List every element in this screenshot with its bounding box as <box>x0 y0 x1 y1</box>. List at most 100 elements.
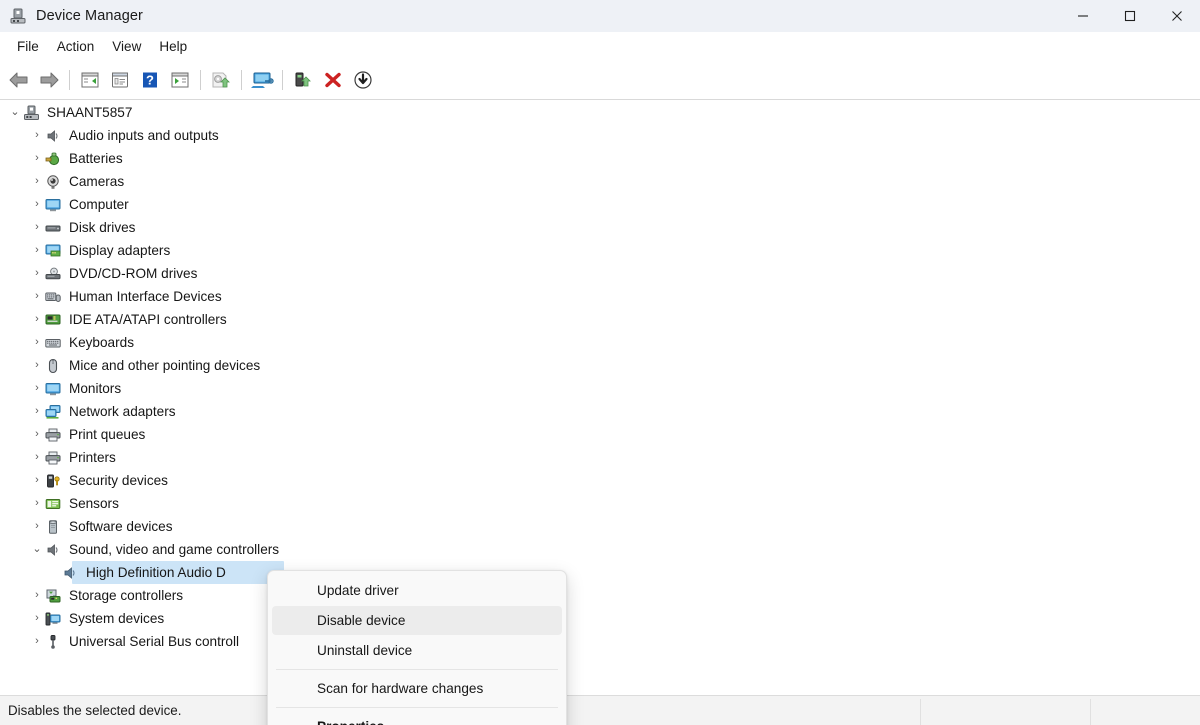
tree-row-sound-video-and-game-controllers[interactable]: ⌄ Sound, video and game controllers <box>0 538 1200 561</box>
tree-row-label: Storage controllers <box>69 588 183 603</box>
toolbar-separator <box>69 70 70 90</box>
properties-icon[interactable] <box>105 65 135 95</box>
mouse-icon <box>45 358 63 374</box>
tree-row-cameras[interactable]: › Cameras <box>0 170 1200 193</box>
minimize-icon[interactable] <box>1059 0 1106 32</box>
chevron-right-icon[interactable]: › <box>29 268 45 279</box>
chevron-down-icon[interactable]: ⌄ <box>7 107 23 118</box>
speaker-icon <box>45 128 63 144</box>
tree-row-label: Print queues <box>69 427 145 442</box>
chevron-right-icon[interactable]: › <box>29 613 45 624</box>
monitor-icon <box>45 381 63 397</box>
context-menu-separator <box>276 669 558 670</box>
chevron-right-icon[interactable]: › <box>29 222 45 233</box>
show-hide-console-tree-icon[interactable] <box>75 65 105 95</box>
speaker-icon <box>62 565 80 581</box>
disk-drive-icon <box>45 220 63 236</box>
close-icon[interactable] <box>1153 0 1200 32</box>
context-menu-item-update-driver[interactable]: Update driver <box>272 576 562 605</box>
tree-row-mice-and-other-pointing-devices[interactable]: › Mice and other pointing devices <box>0 354 1200 377</box>
tree-row-batteries[interactable]: › Batteries <box>0 147 1200 170</box>
chevron-right-icon[interactable]: › <box>29 636 45 647</box>
device-tree[interactable]: ⌄ SHAANT5857 › Audio inputs and outputs <box>0 101 1200 696</box>
context-menu[interactable]: Update driver Disable device Uninstall d… <box>267 570 567 725</box>
tree-row-sensors[interactable]: › Sensors <box>0 492 1200 515</box>
scan-for-hardware-changes-icon[interactable] <box>247 65 277 95</box>
chevron-right-icon[interactable]: › <box>29 452 45 463</box>
printer-icon <box>45 427 63 443</box>
tree-row-label: Batteries <box>69 151 123 166</box>
menu-action[interactable]: Action <box>48 36 104 57</box>
display-adapter-icon <box>45 243 63 259</box>
add-legacy-hardware-icon[interactable] <box>288 65 318 95</box>
chevron-right-icon[interactable]: › <box>29 291 45 302</box>
chevron-right-icon[interactable]: › <box>29 314 45 325</box>
tree-row-label: Security devices <box>69 473 168 488</box>
menu-file[interactable]: File <box>8 36 48 57</box>
network-adapter-icon <box>45 404 63 420</box>
tree-row-software-devices[interactable]: › Software devices <box>0 515 1200 538</box>
chevron-right-icon[interactable]: › <box>29 176 45 187</box>
tree-row-human-interface-devices[interactable]: › Human Interface Devices <box>0 285 1200 308</box>
tree-row-keyboards[interactable]: › Keyboards <box>0 331 1200 354</box>
tree-row-label: Printers <box>69 450 116 465</box>
tree-row-network-adapters[interactable]: › Network adapters <box>0 400 1200 423</box>
chevron-right-icon[interactable]: › <box>29 245 45 256</box>
chevron-right-icon[interactable]: › <box>29 498 45 509</box>
tree-row-system-devices[interactable]: › System devices <box>0 607 1200 630</box>
context-menu-item-properties[interactable]: Properties <box>272 712 562 725</box>
chevron-right-icon[interactable]: › <box>29 521 45 532</box>
tree-row-high-definition-audio-device[interactable]: High Definition Audio D <box>0 561 1200 584</box>
maximize-icon[interactable] <box>1106 0 1153 32</box>
help-icon[interactable]: ? <box>135 65 165 95</box>
chevron-right-icon[interactable]: › <box>29 130 45 141</box>
title-bar: Device Manager <box>0 0 1200 32</box>
chevron-right-icon[interactable]: › <box>29 153 45 164</box>
tree-row-label: Network adapters <box>69 404 176 419</box>
uninstall-device-icon[interactable] <box>318 65 348 95</box>
dvd-drive-icon <box>45 266 63 282</box>
forward-icon[interactable] <box>34 65 64 95</box>
tree-row-security-devices[interactable]: › Security devices <box>0 469 1200 492</box>
tree-row-dvd-cd-rom-drives[interactable]: › DVD/CD-ROM drives <box>0 262 1200 285</box>
chevron-right-icon[interactable]: › <box>29 406 45 417</box>
tree-row-root[interactable]: ⌄ SHAANT5857 <box>0 101 1200 124</box>
speaker-icon <box>45 542 63 558</box>
tree-row-computer[interactable]: › Computer <box>0 193 1200 216</box>
tree-row-audio-inputs-and-outputs[interactable]: › Audio inputs and outputs <box>0 124 1200 147</box>
caption-buttons <box>1059 0 1200 32</box>
menu-help[interactable]: Help <box>150 36 196 57</box>
software-device-icon <box>45 519 63 535</box>
tree-row-label: Display adapters <box>69 243 170 258</box>
chevron-right-icon[interactable]: › <box>29 360 45 371</box>
tree-row-universal-serial-bus-controllers[interactable]: › Universal Serial Bus controll <box>0 630 1200 653</box>
chevron-down-icon[interactable]: ⌄ <box>29 544 45 555</box>
chevron-right-icon[interactable]: › <box>29 590 45 601</box>
back-icon[interactable] <box>4 65 34 95</box>
device-manager-icon <box>10 8 26 24</box>
context-menu-item-scan-for-hardware-changes[interactable]: Scan for hardware changes <box>272 674 562 703</box>
ide-controller-icon <box>45 312 63 328</box>
context-menu-item-disable-device[interactable]: Disable device <box>272 606 562 635</box>
tree-row-display-adapters[interactable]: › Display adapters <box>0 239 1200 262</box>
tree-row-printers[interactable]: › Printers <box>0 446 1200 469</box>
tree-row-label: Audio inputs and outputs <box>69 128 219 143</box>
tree-row-print-queues[interactable]: › Print queues <box>0 423 1200 446</box>
tree-row-label: Disk drives <box>69 220 135 235</box>
menu-view[interactable]: View <box>103 36 150 57</box>
chevron-right-icon[interactable]: › <box>29 475 45 486</box>
chevron-right-icon[interactable]: › <box>29 199 45 210</box>
show-hide-action-pane-icon[interactable] <box>165 65 195 95</box>
chevron-right-icon[interactable]: › <box>29 429 45 440</box>
chevron-right-icon[interactable]: › <box>29 337 45 348</box>
tree-row-monitors[interactable]: › Monitors <box>0 377 1200 400</box>
tree-row-storage-controllers[interactable]: › Storage controllers <box>0 584 1200 607</box>
chevron-right-icon[interactable]: › <box>29 383 45 394</box>
toolbar-separator <box>241 70 242 90</box>
tree-row-label: Computer <box>69 197 129 212</box>
tree-row-ide-ata-atapi-controllers[interactable]: › IDE ATA/ATAPI controllers <box>0 308 1200 331</box>
tree-row-disk-drives[interactable]: › Disk drives <box>0 216 1200 239</box>
context-menu-item-uninstall-device[interactable]: Uninstall device <box>272 636 562 665</box>
update-driver-icon[interactable] <box>206 65 236 95</box>
disable-device-icon[interactable] <box>348 65 378 95</box>
